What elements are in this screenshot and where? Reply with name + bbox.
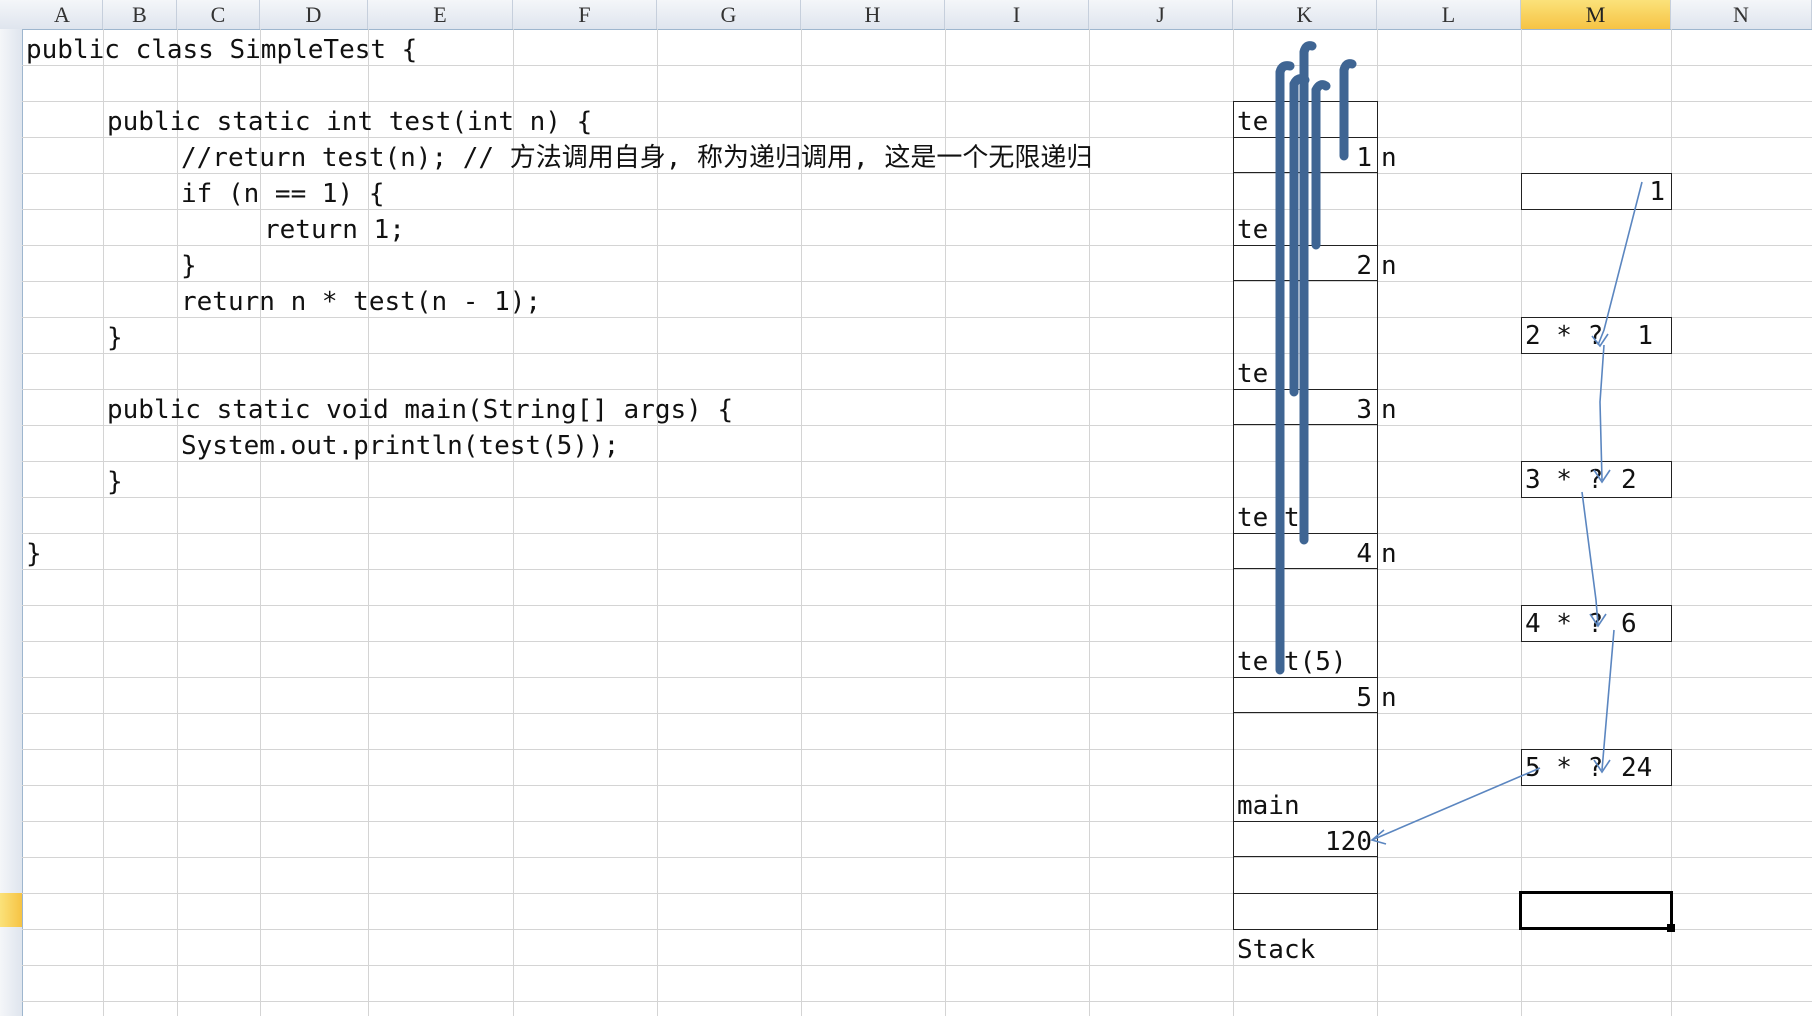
return-arrow xyxy=(1581,491,1599,626)
return-arrow xyxy=(1601,629,1615,771)
drawing-overlay xyxy=(1275,41,1643,845)
return-arrow xyxy=(1597,181,1643,346)
return-arrow xyxy=(1599,344,1605,481)
spreadsheet[interactable]: A B C D E F G H I J K L M N public class… xyxy=(0,0,1812,1016)
pen-stroke xyxy=(1275,61,1295,675)
pen-stroke xyxy=(1299,41,1317,545)
pen-stroke xyxy=(1311,80,1331,250)
return-arrow xyxy=(1371,767,1541,841)
pen-stroke xyxy=(1339,59,1357,161)
